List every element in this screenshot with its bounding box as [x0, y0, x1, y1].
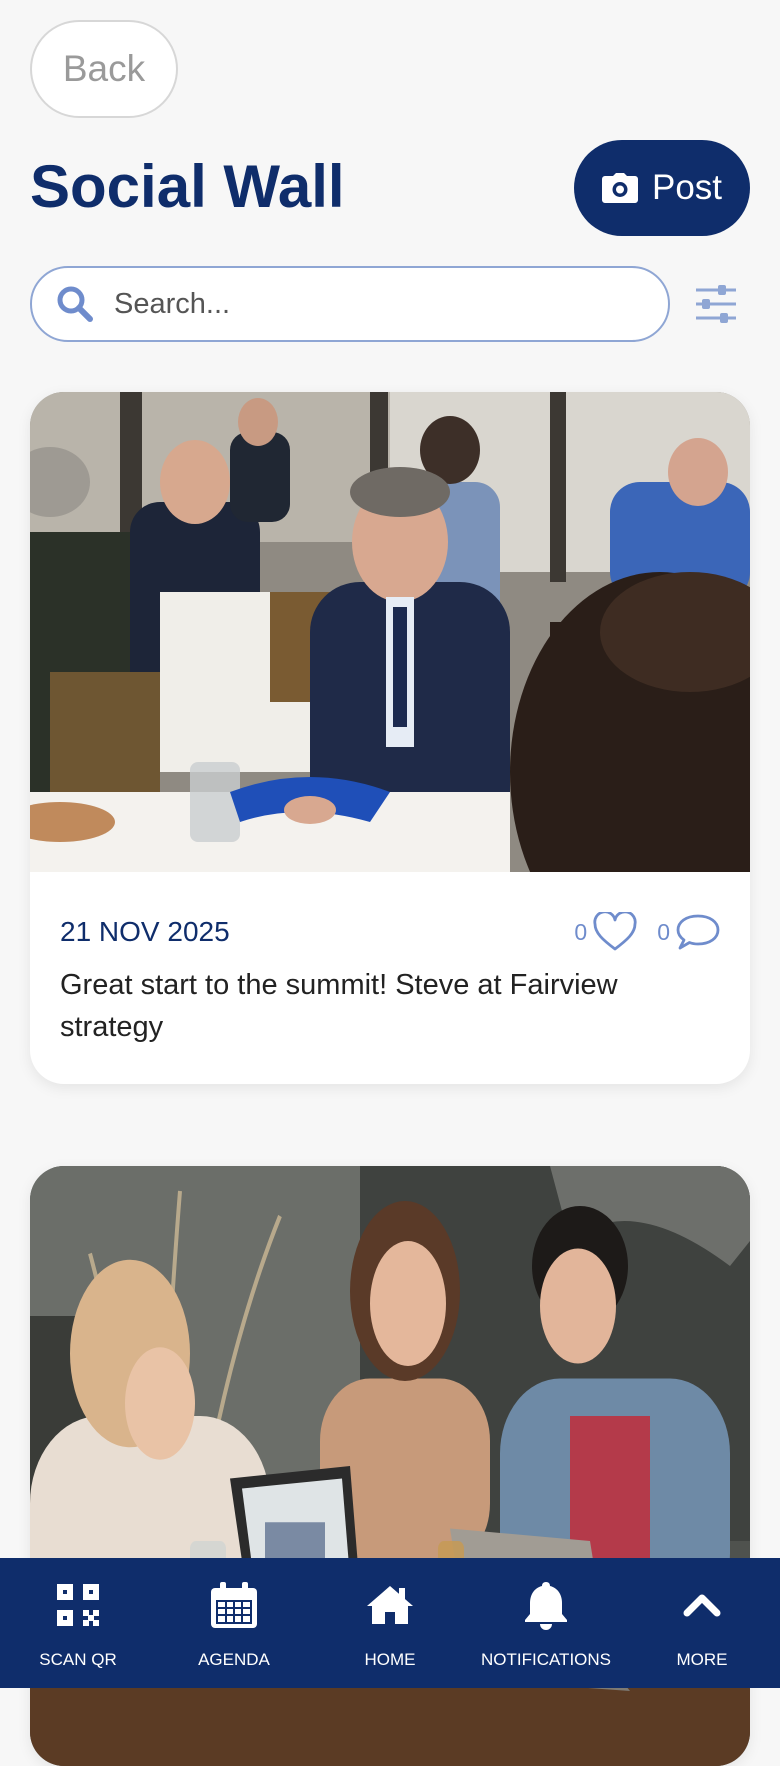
like-count: 0	[574, 919, 587, 946]
nav-agenda[interactable]: AGENDA	[156, 1558, 312, 1688]
qr-code-icon	[53, 1580, 103, 1630]
bell-icon	[521, 1580, 571, 1630]
back-button[interactable]: Back	[30, 20, 178, 118]
calendar-icon	[209, 1580, 259, 1630]
post-button[interactable]: Post	[574, 140, 750, 236]
post-button-label: Post	[652, 168, 722, 208]
nav-label: SCAN QR	[39, 1650, 116, 1670]
home-icon	[365, 1580, 415, 1630]
comment-icon[interactable]	[676, 912, 720, 952]
nav-label: HOME	[365, 1650, 416, 1670]
nav-label: MORE	[677, 1650, 728, 1670]
post-photo	[30, 392, 750, 872]
page-title: Social Wall	[30, 152, 345, 222]
nav-label: AGENDA	[198, 1650, 270, 1670]
nav-more[interactable]: MORE	[624, 1558, 780, 1688]
nav-notifications[interactable]: NOTIFICATIONS	[468, 1558, 624, 1688]
bottom-nav: SCAN QR AGENDA HOME NOTIFICATIONS	[0, 1558, 780, 1688]
nav-scan-qr[interactable]: SCAN QR	[0, 1558, 156, 1688]
heart-icon[interactable]	[593, 912, 637, 952]
camera-icon	[602, 173, 638, 203]
search-bar	[30, 266, 670, 342]
search-input[interactable]	[112, 287, 656, 322]
post-stats: 0 0	[574, 912, 720, 952]
post-meta: 21 NOV 2025 0 0	[60, 912, 720, 952]
chevron-up-icon	[677, 1580, 727, 1630]
post-card[interactable]: 21 NOV 2025 0 0 Great start to the summi…	[30, 392, 750, 1084]
comment-count: 0	[657, 919, 670, 946]
filter-sliders-icon[interactable]	[694, 284, 738, 324]
nav-label: NOTIFICATIONS	[481, 1650, 611, 1670]
post-text: Great start to the summit! Steve at Fair…	[60, 964, 710, 1048]
nav-home[interactable]: HOME	[312, 1558, 468, 1688]
post-date: 21 NOV 2025	[60, 916, 230, 948]
search-icon	[56, 285, 94, 323]
